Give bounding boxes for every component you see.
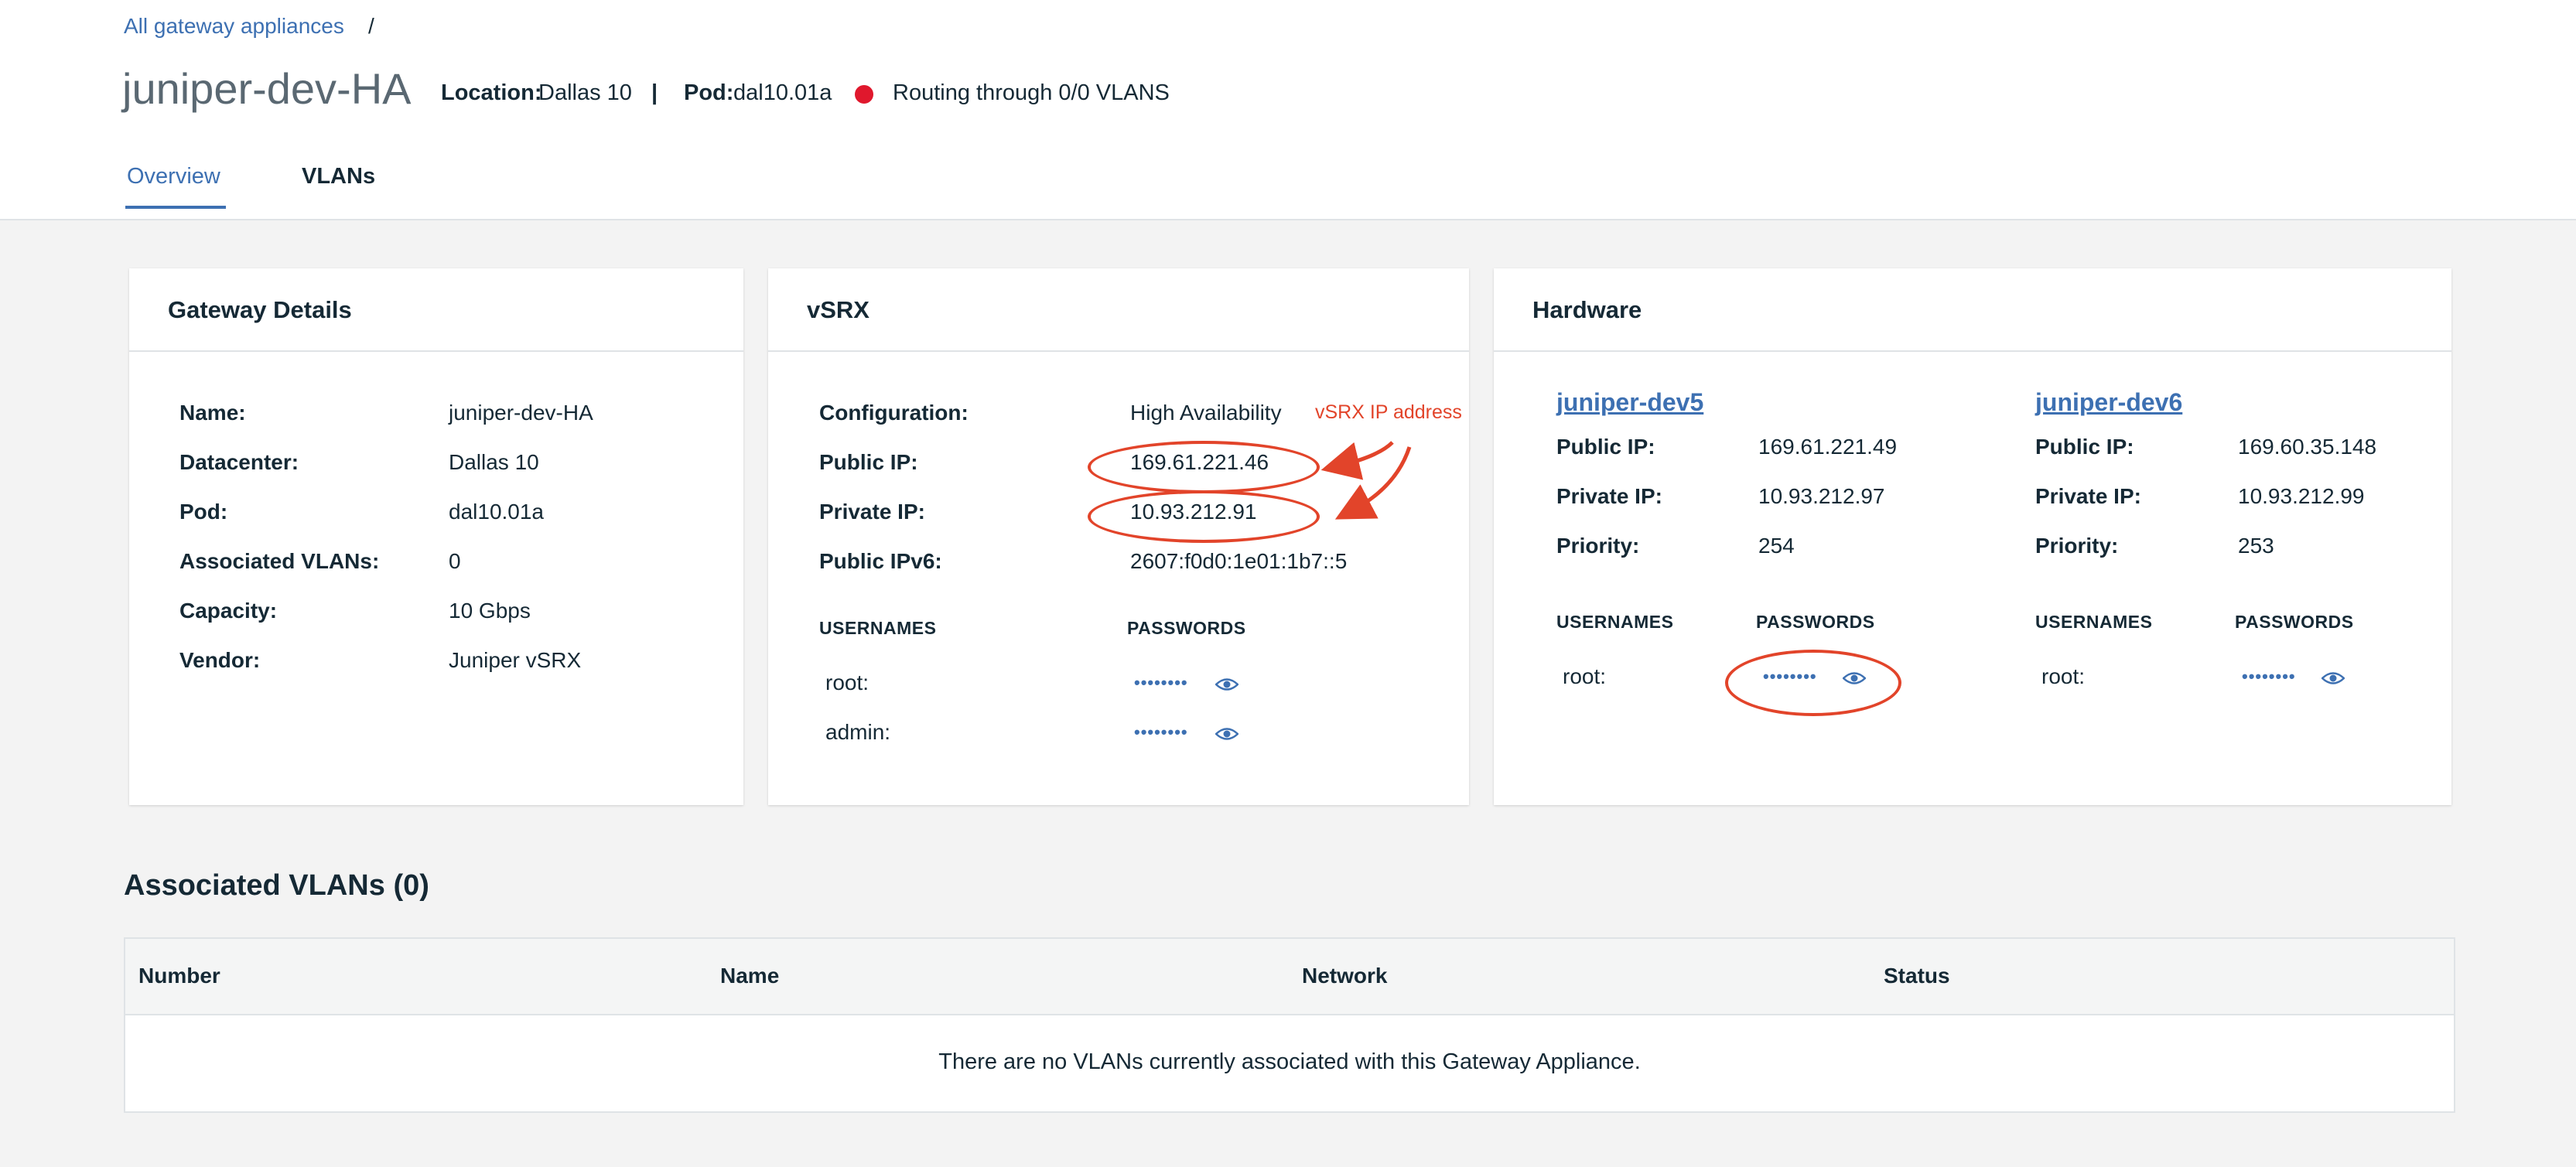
- priority-label: Priority:: [1556, 534, 1640, 558]
- username-root: root:: [1563, 664, 1607, 688]
- annotation-circle: [1725, 650, 1901, 716]
- annotation-label: vSRX IP address: [1315, 401, 1462, 423]
- password-mask: ••••••••: [1134, 722, 1188, 742]
- name-label: Name:: [179, 401, 246, 425]
- associated-vlans-value: 0: [449, 549, 461, 573]
- breadcrumb-separator: /: [368, 14, 374, 38]
- pod-label: Pod:: [684, 80, 734, 105]
- username-root: root:: [825, 671, 869, 694]
- private-ip-label: Private IP:: [1556, 484, 1662, 508]
- private-ip-label: Private IP:: [2035, 484, 2141, 508]
- column-header-name[interactable]: Name: [720, 964, 779, 988]
- eye-icon[interactable]: [2321, 671, 2345, 686]
- tab-overview[interactable]: Overview: [127, 164, 220, 189]
- public-ip-label: Public IP:: [819, 450, 918, 474]
- card-header: Hardware: [1494, 268, 2451, 352]
- column-header-status[interactable]: Status: [1884, 964, 1950, 988]
- username-admin: admin:: [825, 720, 891, 744]
- vsrx-card: vSRX Configuration: High Availability Pu…: [768, 268, 1469, 805]
- public-ip-label: Public IP:: [2035, 435, 2134, 459]
- page-title: juniper-dev-HA: [122, 64, 412, 113]
- username-root: root:: [2041, 664, 2086, 688]
- public-ipv6-value: 2607:f0d0:1e01:1b7::5: [1130, 549, 1348, 573]
- eye-icon[interactable]: [1215, 677, 1238, 692]
- gateway-details-card: Gateway Details Name: juniper-dev-HA Dat…: [129, 268, 743, 805]
- configuration-value: High Availability: [1130, 401, 1282, 425]
- pod-label: Pod:: [179, 500, 228, 524]
- page-header: All gateway appliances / juniper-dev-HA …: [0, 0, 2576, 220]
- column-header-network[interactable]: Network: [1302, 964, 1387, 988]
- annotation-circle: [1088, 490, 1320, 543]
- usernames-header: USERNAMES: [2035, 612, 2153, 632]
- empty-table-message: There are no VLANs currently associated …: [938, 1049, 1641, 1074]
- tab-vlans[interactable]: VLANs: [302, 164, 375, 189]
- private-ip-label: Private IP:: [819, 500, 925, 524]
- priority-label: Priority:: [2035, 534, 2119, 558]
- datacenter-value: Dallas 10: [449, 450, 539, 474]
- configuration-label: Configuration:: [819, 401, 969, 425]
- priority-value: 254: [1758, 534, 1795, 558]
- card-header: vSRX: [768, 268, 1469, 352]
- passwords-header: PASSWORDS: [1127, 618, 1246, 638]
- password-mask: ••••••••: [1134, 673, 1188, 692]
- hardware-member-link[interactable]: juniper-dev6: [2035, 388, 2182, 417]
- eye-icon[interactable]: [1215, 726, 1238, 742]
- vendor-label: Vendor:: [179, 648, 261, 672]
- capacity-value: 10 Gbps: [449, 599, 531, 623]
- breadcrumb-link[interactable]: All gateway appliances: [124, 14, 344, 39]
- card-title: vSRX: [807, 296, 869, 323]
- card-title: Hardware: [1532, 296, 1642, 323]
- status-indicator-icon: [855, 85, 873, 104]
- routing-status: Routing through 0/0 VLANS: [893, 80, 1170, 105]
- annotation-arrows-icon: [1320, 441, 1412, 520]
- name-value: juniper-dev-HA: [449, 401, 593, 425]
- public-ip-value: 169.60.35.148: [2238, 435, 2377, 459]
- card-header: Gateway Details: [129, 268, 743, 352]
- priority-value: 253: [2238, 534, 2274, 558]
- capacity-label: Capacity:: [179, 599, 278, 623]
- passwords-header: PASSWORDS: [1756, 612, 1875, 632]
- column-header-number[interactable]: Number: [138, 964, 220, 988]
- public-ip-label: Public IP:: [1556, 435, 1655, 459]
- private-ip-value: 10.93.212.99: [2238, 484, 2365, 508]
- table-header: Number Name Network Status: [125, 939, 2454, 1015]
- usernames-header: USERNAMES: [819, 618, 937, 638]
- tab-active-indicator: [125, 206, 226, 209]
- location-label: Location:: [441, 80, 542, 105]
- vlans-table: Number Name Network Status There are no …: [124, 937, 2455, 1113]
- password-mask: ••••••••: [2242, 667, 2296, 686]
- associated-vlans-label: Associated VLANs:: [179, 549, 380, 573]
- hardware-member-link[interactable]: juniper-dev5: [1556, 388, 1703, 417]
- location-value: Dallas 10: [538, 80, 632, 105]
- public-ipv6-label: Public IPv6:: [819, 549, 942, 573]
- annotation-circle: [1088, 441, 1320, 493]
- hardware-card: Hardware juniper-dev5 Public IP: 169.61.…: [1494, 268, 2451, 805]
- private-ip-value: 10.93.212.97: [1758, 484, 1885, 508]
- section-title: Associated VLANs (0): [124, 869, 429, 902]
- pod-value: dal10.01a: [449, 500, 545, 524]
- meta-divider: |: [651, 80, 658, 105]
- card-title: Gateway Details: [168, 296, 352, 323]
- vendor-value: Juniper vSRX: [449, 648, 582, 672]
- pod-value: dal10.01a: [733, 80, 832, 105]
- passwords-header: PASSWORDS: [2235, 612, 2354, 632]
- datacenter-label: Datacenter:: [179, 450, 299, 474]
- public-ip-value: 169.61.221.49: [1758, 435, 1898, 459]
- usernames-header: USERNAMES: [1556, 612, 1674, 632]
